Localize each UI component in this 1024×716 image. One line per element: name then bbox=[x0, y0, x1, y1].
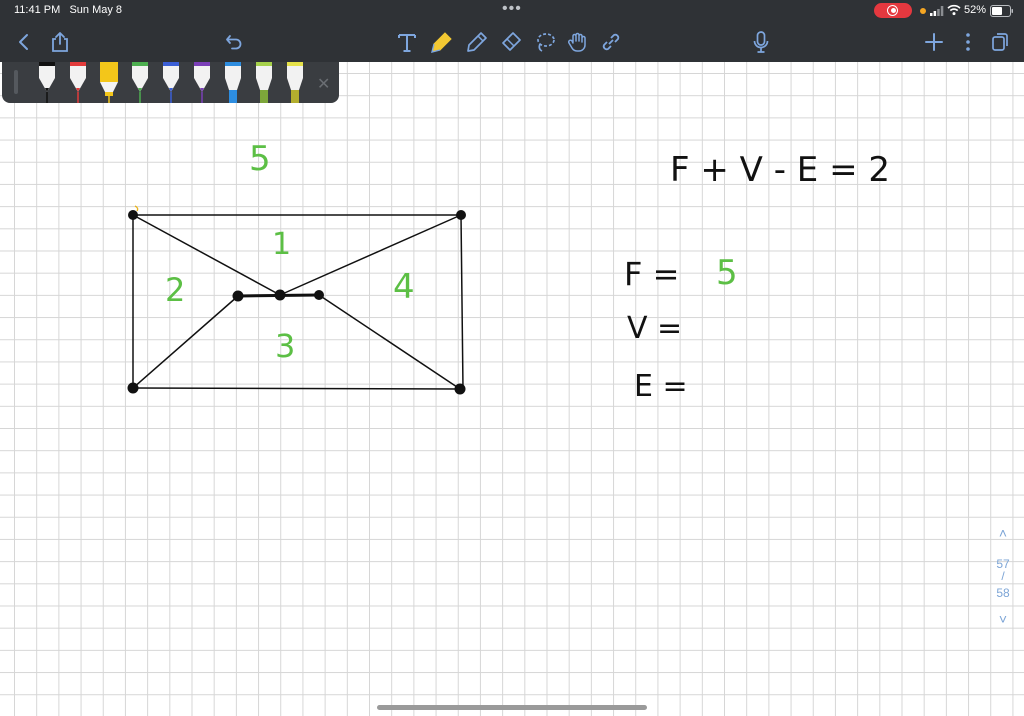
next-page-chevron-icon[interactable]: ˅ bbox=[988, 611, 1018, 627]
text-tool-icon[interactable] bbox=[393, 28, 421, 56]
link-tool-icon[interactable] bbox=[597, 28, 625, 56]
lime-highlighter-icon[interactable] bbox=[254, 62, 274, 103]
back-chevron-icon[interactable] bbox=[10, 28, 38, 56]
screen-recording-icon[interactable] bbox=[874, 3, 912, 18]
faces-label: F = bbox=[624, 255, 680, 293]
pages-icon[interactable] bbox=[986, 28, 1014, 56]
status-time: 11:41 PM Sun May 8 bbox=[14, 4, 123, 16]
highlighter-tool-icon[interactable] bbox=[428, 28, 456, 56]
tray-grip-handle[interactable] bbox=[14, 70, 18, 94]
status-bar: 11:41 PM Sun May 8 ••• 52% bbox=[0, 0, 1024, 22]
edges-label: E = bbox=[634, 369, 688, 404]
purple-pen-icon[interactable] bbox=[192, 62, 212, 103]
page-navigator: ˄ 57 / 58 ˅ bbox=[988, 525, 1018, 635]
yellow-marker-icon[interactable] bbox=[285, 62, 305, 103]
multitasking-dots[interactable]: ••• bbox=[502, 0, 522, 18]
red-pen-icon[interactable] bbox=[68, 62, 88, 103]
page-separator: / bbox=[1001, 569, 1005, 583]
pen-tool-icon[interactable] bbox=[463, 28, 491, 56]
blue-pen-icon[interactable] bbox=[161, 62, 181, 103]
green-pen-icon[interactable] bbox=[130, 62, 150, 103]
face-2-label: 2 bbox=[165, 271, 186, 309]
vertices-label: V = bbox=[627, 311, 683, 346]
add-page-icon[interactable] bbox=[920, 28, 948, 56]
total-page-count: 58 bbox=[996, 586, 1010, 600]
face-3-label: 3 bbox=[275, 327, 296, 365]
battery-percent: 52% bbox=[964, 4, 987, 16]
previous-page-chevron-icon[interactable]: ˄ bbox=[988, 525, 1018, 541]
toolbar bbox=[0, 22, 1024, 62]
outer-face-label: 5 bbox=[249, 139, 271, 179]
face-4-label: 4 bbox=[393, 267, 415, 307]
battery-icon bbox=[990, 5, 1013, 17]
eraser-tool-icon[interactable] bbox=[497, 28, 525, 56]
light-blue-highlighter-icon[interactable] bbox=[223, 62, 243, 103]
yellow-highlighter-icon[interactable] bbox=[99, 62, 119, 103]
more-icon[interactable] bbox=[954, 28, 982, 56]
close-tray-icon[interactable]: ✕ bbox=[317, 74, 330, 93]
wifi-icon bbox=[947, 4, 961, 16]
note-canvas[interactable]: 5 1 2 3 4 F + V - E = 2 F = 5 V = E = bbox=[0, 62, 1024, 716]
black-pen-icon[interactable] bbox=[37, 62, 57, 103]
faces-value: 5 bbox=[716, 253, 738, 293]
home-indicator[interactable] bbox=[377, 705, 647, 710]
face-1-label: 1 bbox=[272, 227, 292, 262]
lasso-tool-icon[interactable] bbox=[531, 28, 559, 56]
euler-formula: F + V - E = 2 bbox=[670, 150, 891, 190]
mic-indicator-dot bbox=[920, 8, 926, 14]
undo-icon[interactable] bbox=[220, 28, 248, 56]
microphone-icon[interactable] bbox=[747, 28, 775, 56]
pen-tray: ✕ bbox=[2, 62, 339, 103]
hand-tool-icon[interactable] bbox=[564, 28, 592, 56]
signal-icon bbox=[930, 6, 944, 16]
share-icon[interactable] bbox=[46, 28, 74, 56]
